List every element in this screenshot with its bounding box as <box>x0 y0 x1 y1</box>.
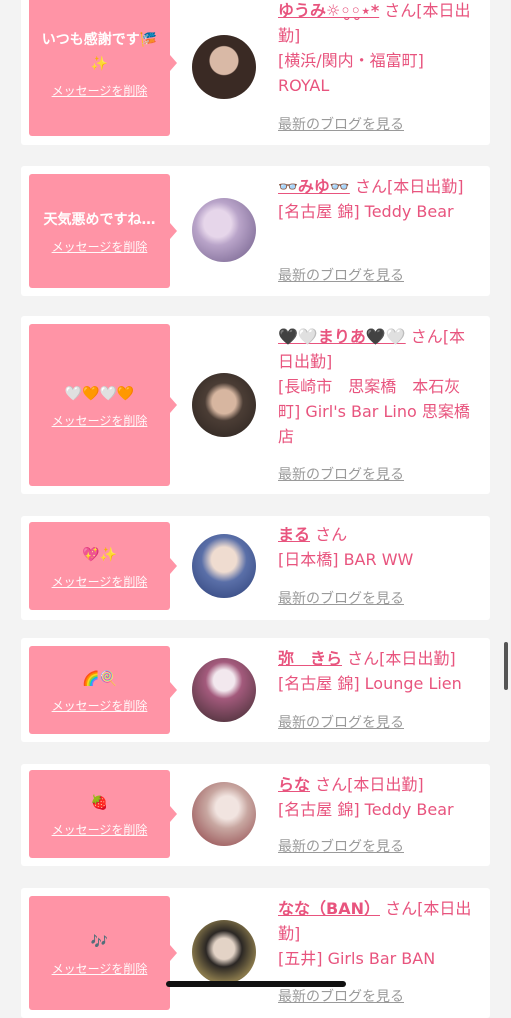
message-card: いつも感謝です🎏 ✨ メッセージを削除 ゆうみ☼︎◦̮◦̮⋆* さん[本日出勤]… <box>21 0 490 145</box>
cast-info: 👓みゆ👓 さん[本日出勤] [名古屋 錦] Teddy Bear <box>278 174 478 224</box>
avatar[interactable] <box>192 658 256 722</box>
honorific: さん <box>315 525 348 544</box>
shop-name: [名古屋 錦] Lounge Lien <box>278 674 462 693</box>
status: [本日出勤] <box>386 177 464 196</box>
shop-name: [五井] Girls Bar BAN <box>278 949 436 968</box>
home-indicator[interactable] <box>166 981 346 987</box>
status: [本日出勤] <box>347 775 424 794</box>
cast-name-link[interactable]: なな（BAN） <box>278 899 380 918</box>
cast-info: まる さん [日本橋] BAR WW <box>278 522 478 572</box>
cast-name-link[interactable]: まる <box>278 525 310 544</box>
honorific: さん <box>410 327 443 346</box>
message-bubble: 💖✨ メッセージを削除 <box>29 522 177 610</box>
shop-name: [横浜/関内・福富町] ROYAL <box>278 51 424 95</box>
cast-info: ゆうみ☼︎◦̮◦̮⋆* さん[本日出勤] [横浜/関内・福富町] ROYAL <box>278 0 478 98</box>
avatar[interactable] <box>192 198 256 262</box>
blog-link[interactable]: 最新のブログを見る <box>278 588 404 608</box>
delete-message-link[interactable]: メッセージを削除 <box>52 697 148 714</box>
message-bubble: 🤍🧡🤍🧡 メッセージを削除 <box>29 324 177 486</box>
message-text: 🌈🍭 <box>82 670 117 687</box>
honorific: さん <box>384 1 417 20</box>
delete-message-link[interactable]: メッセージを削除 <box>52 82 148 99</box>
cast-name-link[interactable]: 弥 きら <box>278 649 342 668</box>
scrollbar[interactable] <box>504 642 508 690</box>
message-text: 🍓 <box>90 794 109 811</box>
avatar[interactable] <box>192 782 256 846</box>
cast-info: なな（BAN） さん[本日出勤] [五井] Girls Bar BAN <box>278 896 478 971</box>
honorific: さん <box>385 899 418 918</box>
blog-link[interactable]: 最新のブログを見る <box>278 836 404 856</box>
cast-name-link[interactable]: ゆうみ☼︎◦̮◦̮⋆* <box>278 1 379 20</box>
avatar[interactable] <box>192 534 256 598</box>
delete-message-link[interactable]: メッセージを削除 <box>52 960 148 977</box>
shop-name: [日本橋] BAR WW <box>278 550 414 569</box>
cast-info: 🖤🤍まりあ🖤🤍 さん[本日出勤] [長崎市 思案橋 本石灰町] Girl's B… <box>278 324 478 449</box>
message-bubble: 天気悪めですね… メッセージを削除 <box>29 174 177 288</box>
shop-name: [名古屋 錦] Teddy Bear <box>278 202 454 221</box>
message-card: 💖✨ メッセージを削除 まる さん [日本橋] BAR WW 最新のブログを見る <box>21 516 490 620</box>
honorific: さん <box>354 177 387 196</box>
message-card: 🌈🍭 メッセージを削除 弥 きら さん[本日出勤] [名古屋 錦] Lounge… <box>21 638 490 742</box>
blog-link[interactable]: 最新のブログを見る <box>278 986 404 1006</box>
cast-name-link[interactable]: らな <box>278 775 310 794</box>
blog-link[interactable]: 最新のブログを見る <box>278 265 404 285</box>
avatar[interactable] <box>192 373 256 437</box>
message-text: 💖✨ <box>82 546 117 563</box>
delete-message-link[interactable]: メッセージを削除 <box>52 412 148 429</box>
blog-link[interactable]: 最新のブログを見る <box>278 114 404 134</box>
shop-name: [名古屋 錦] Teddy Bear <box>278 800 454 819</box>
cast-info: 弥 きら さん[本日出勤] [名古屋 錦] Lounge Lien <box>278 646 478 696</box>
message-bubble: 🌈🍭 メッセージを削除 <box>29 646 177 734</box>
shop-name: [長崎市 思案橋 本石灰町] Girl's Bar Lino 思案橋店 <box>278 377 470 446</box>
status: [本日出勤] <box>379 649 456 668</box>
blog-link[interactable]: 最新のブログを見る <box>278 712 404 732</box>
message-text: 天気悪めですね… <box>43 211 156 228</box>
message-bubble: 🎶 メッセージを削除 <box>29 896 177 1010</box>
message-text: 🎶 <box>90 933 109 950</box>
honorific: さん <box>347 649 380 668</box>
message-text: いつも感謝です🎏 ✨ <box>41 31 158 72</box>
message-text: 🤍🧡🤍🧡 <box>64 385 135 402</box>
message-card: 🤍🧡🤍🧡 メッセージを削除 🖤🤍まりあ🖤🤍 さん[本日出勤] [長崎市 思案橋 … <box>21 316 490 494</box>
cast-name-link[interactable]: 👓みゆ👓 <box>278 177 350 196</box>
avatar[interactable] <box>192 35 256 99</box>
message-card: 天気悪めですね… メッセージを削除 👓みゆ👓 さん[本日出勤] [名古屋 錦] … <box>21 166 490 296</box>
cast-name-link[interactable]: 🖤🤍まりあ🖤🤍 <box>278 327 406 346</box>
delete-message-link[interactable]: メッセージを削除 <box>52 821 148 838</box>
honorific: さん <box>315 775 348 794</box>
cast-info: らな さん[本日出勤] [名古屋 錦] Teddy Bear <box>278 772 478 822</box>
message-card: 🍓 メッセージを削除 らな さん[本日出勤] [名古屋 錦] Teddy Bea… <box>21 764 490 866</box>
blog-link[interactable]: 最新のブログを見る <box>278 464 404 484</box>
delete-message-link[interactable]: メッセージを削除 <box>52 573 148 590</box>
delete-message-link[interactable]: メッセージを削除 <box>52 238 148 255</box>
avatar[interactable] <box>192 920 256 984</box>
message-bubble: いつも感謝です🎏 ✨ メッセージを削除 <box>29 0 177 136</box>
message-bubble: 🍓 メッセージを削除 <box>29 770 177 858</box>
